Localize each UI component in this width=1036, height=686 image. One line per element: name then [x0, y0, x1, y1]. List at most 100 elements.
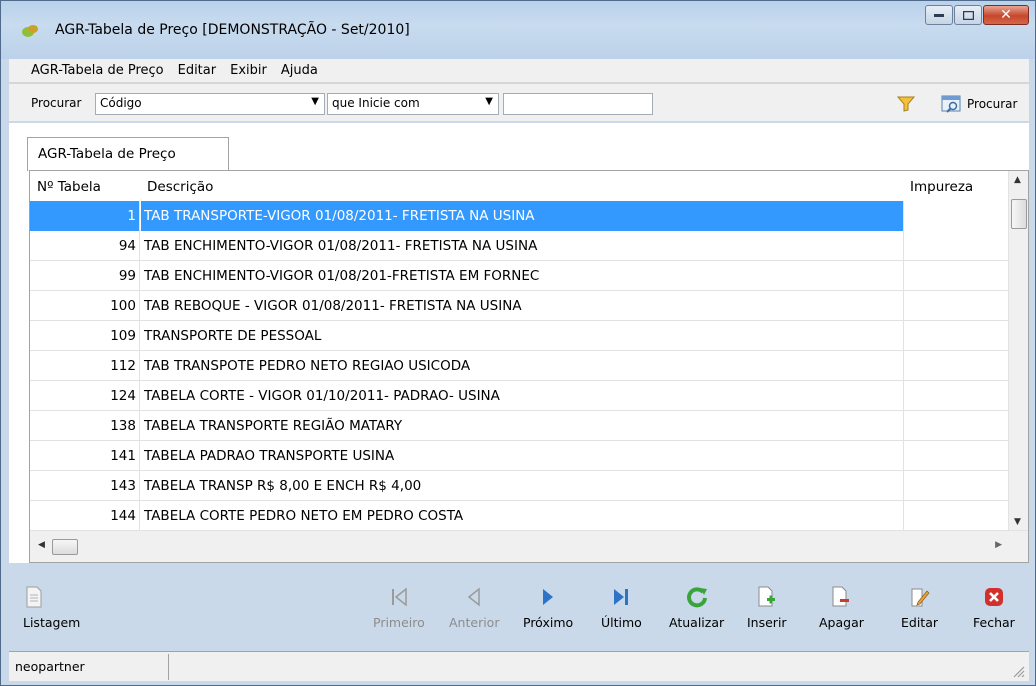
cell-impureza: [903, 231, 1008, 261]
cell-desc: TABELA TRANSP R$ 8,00 E ENCH R$ 4,00: [144, 478, 422, 494]
minimize-icon: [934, 14, 944, 17]
vertical-scroll-thumb[interactable]: [1011, 199, 1027, 229]
cell-num: 141: [30, 441, 140, 471]
cell-num: 99: [30, 261, 140, 291]
tab-label: AGR-Tabela de Preço: [38, 146, 176, 162]
cell-impureza: [903, 441, 1008, 471]
cell-num: 138: [30, 411, 140, 441]
ultimo-button[interactable]: Último: [601, 585, 642, 630]
close-button[interactable]: ✕: [983, 5, 1029, 25]
resize-grip-icon[interactable]: [1011, 664, 1025, 678]
content-area: AGR-Tabela de Preço Nº Tabela Descrição …: [9, 123, 1029, 563]
fechar-label: Fechar: [973, 615, 1015, 630]
menu-ajuda[interactable]: Ajuda: [274, 63, 325, 78]
search-window-icon: [941, 95, 961, 113]
edit-document-icon: [911, 588, 929, 607]
column-header-impureza[interactable]: Impureza: [910, 179, 973, 195]
atualizar-label: Atualizar: [669, 615, 725, 630]
filter-icon[interactable]: [897, 96, 915, 112]
close-icon: ✕: [1000, 7, 1012, 23]
horizontal-scroll-thumb[interactable]: [52, 539, 78, 555]
table-row[interactable]: 143 TABELA TRANSP R$ 8,00 E ENCH R$ 4,00: [30, 471, 1008, 501]
close-red-icon: [984, 588, 1003, 606]
status-user: neopartner: [9, 654, 169, 680]
table-row[interactable]: 109 TRANSPORTE DE PESSOAL: [30, 321, 1008, 351]
scroll-right-icon[interactable]: ▶: [995, 540, 1002, 550]
scroll-left-icon[interactable]: ◀: [38, 540, 45, 550]
status-bar: neopartner: [9, 651, 1029, 681]
listagem-label: Listagem: [23, 615, 81, 630]
atualizar-button[interactable]: Atualizar: [669, 585, 724, 630]
editar-button[interactable]: Editar: [901, 585, 938, 630]
tab-agr-tabela[interactable]: AGR-Tabela de Preço: [27, 137, 229, 171]
cell-desc: TABELA PADRAO TRANSPORTE USINA: [144, 448, 395, 464]
table-row[interactable]: 141 TABELA PADRAO TRANSPORTE USINA: [30, 441, 1008, 471]
table-row[interactable]: 1 TAB TRANSPORTE-VIGOR 01/08/2011- FRETI…: [30, 201, 1008, 231]
column-header-num[interactable]: Nº Tabela: [37, 179, 101, 195]
data-grid[interactable]: Nº Tabela Descrição Impureza 1 TAB TRANS…: [29, 170, 1029, 563]
cell-impureza: [903, 381, 1008, 411]
grid-header: Nº Tabela Descrição Impureza: [30, 171, 1008, 201]
search-mode-select[interactable]: que Inicie com ▼: [327, 93, 499, 115]
column-header-desc[interactable]: Descrição: [147, 179, 213, 195]
primeiro-label: Primeiro: [373, 615, 425, 630]
maximize-icon: [962, 10, 974, 20]
search-input[interactable]: [503, 93, 653, 115]
fechar-button[interactable]: Fechar: [973, 585, 1015, 630]
cell-impureza: [903, 261, 1008, 291]
cell-num: 144: [30, 501, 140, 531]
menu-exibir[interactable]: Exibir: [223, 63, 274, 78]
table-row[interactable]: 112 TAB TRANSPOTE PEDRO NETO REGIAO USIC…: [30, 351, 1008, 381]
cell-desc: TAB ENCHIMENTO-VIGOR 01/08/2011- FRETIST…: [144, 238, 538, 254]
table-row[interactable]: 99 TAB ENCHIMENTO-VIGOR 01/08/201-FRETIS…: [30, 261, 1008, 291]
cell-impureza: [903, 471, 1008, 501]
apagar-label: Apagar: [819, 615, 864, 630]
document-icon: [26, 586, 42, 608]
search-label: Procurar: [31, 96, 82, 110]
cell-impureza: [903, 201, 1008, 231]
vertical-scrollbar[interactable]: ▲ ▼: [1008, 171, 1028, 531]
window-title: AGR-Tabela de Preço [DEMONSTRAÇÃO - Set/…: [55, 22, 410, 38]
table-row[interactable]: 124 TABELA CORTE - VIGOR 01/10/2011- PAD…: [30, 381, 1008, 411]
table-row[interactable]: 94 TAB ENCHIMENTO-VIGOR 01/08/2011- FRET…: [30, 231, 1008, 261]
anterior-button[interactable]: Anterior: [449, 585, 499, 630]
cell-desc: TAB ENCHIMENTO-VIGOR 01/08/201-FRETISTA …: [144, 268, 540, 284]
scroll-down-icon[interactable]: ▼: [1014, 517, 1021, 527]
inserir-button[interactable]: Inserir: [747, 585, 787, 630]
last-record-icon: [614, 589, 629, 605]
search-button[interactable]: Procurar: [941, 94, 1017, 114]
search-mode-value: que Inicie com: [332, 96, 420, 110]
previous-record-icon: [468, 587, 480, 607]
cell-impureza: [903, 321, 1008, 351]
apagar-button[interactable]: Apagar: [819, 585, 864, 630]
app-window: AGR-Tabela de Preço [DEMONSTRAÇÃO - Set/…: [0, 0, 1036, 686]
table-row[interactable]: 100 TAB REBOQUE - VIGOR 01/08/2011- FRET…: [30, 291, 1008, 321]
maximize-button[interactable]: [954, 5, 982, 25]
horizontal-scrollbar[interactable]: ◀ ▶: [30, 530, 1028, 562]
title-bar: AGR-Tabela de Preço [DEMONSTRAÇÃO - Set/…: [1, 1, 1035, 59]
next-record-icon: [543, 589, 554, 605]
cell-desc: TAB TRANSPOTE PEDRO NETO REGIAO USICODA: [144, 358, 471, 374]
search-field-select[interactable]: Código ▼: [95, 93, 325, 115]
cell-num: 109: [30, 321, 140, 351]
dropdown-arrow-icon: ▼: [485, 96, 493, 107]
proximo-button[interactable]: Próximo: [523, 585, 573, 630]
cell-num: 1: [30, 201, 140, 231]
table-row[interactable]: 144 TABELA CORTE PEDRO NETO EM PEDRO COS…: [30, 501, 1008, 531]
cell-num: 100: [30, 291, 140, 321]
menu-bar: AGR-Tabela de Preço Editar Exibir Ajuda: [9, 59, 1029, 83]
minimize-button[interactable]: [925, 5, 953, 25]
grid-rows: 1 TAB TRANSPORTE-VIGOR 01/08/2011- FRETI…: [30, 201, 1008, 531]
caption-buttons: ✕: [924, 5, 1029, 27]
primeiro-button[interactable]: Primeiro: [373, 585, 425, 630]
table-row[interactable]: 138 TABELA TRANSPORTE REGIÃO MATARY: [30, 411, 1008, 441]
menu-editar[interactable]: Editar: [171, 63, 224, 78]
cell-desc: TABELA TRANSPORTE REGIÃO MATARY: [144, 418, 403, 434]
cell-impureza: [903, 351, 1008, 381]
search-bar: Procurar Código ▼ que Inicie com ▼ Procu…: [9, 84, 1029, 122]
scroll-up-icon[interactable]: ▲: [1014, 175, 1021, 185]
search-button-label: Procurar: [967, 97, 1018, 111]
listagem-button[interactable]: Listagem: [23, 585, 80, 630]
cell-desc: TRANSPORTE DE PESSOAL: [144, 328, 322, 344]
menu-agr-tabela[interactable]: AGR-Tabela de Preço: [9, 63, 171, 78]
